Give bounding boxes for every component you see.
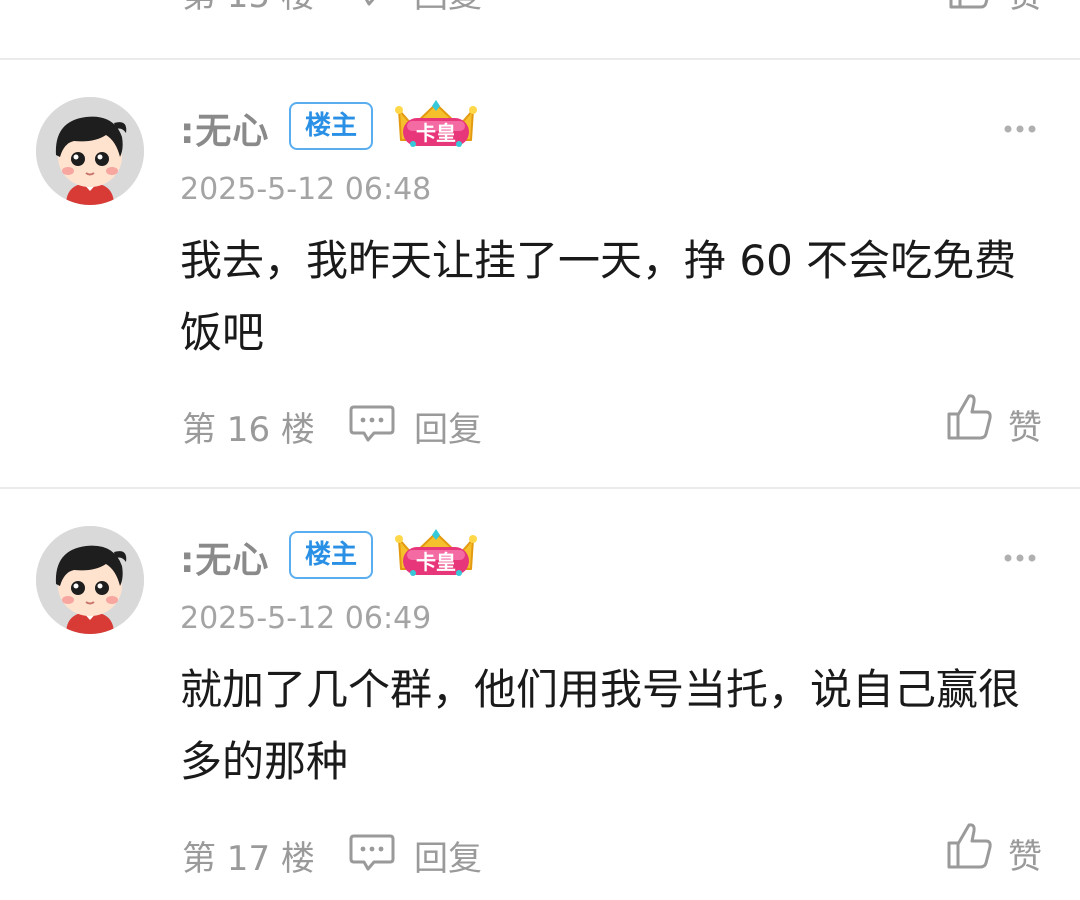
reply-label: 回复 (414, 410, 482, 450)
comment-content: 我去，我昨天让挂了一天，挣 60 不会吃免费饭吧 (180, 236, 1017, 357)
host-badge: 楼主 (289, 531, 373, 579)
comment-thread: 第 15 楼 回复 赞 (0, 0, 1080, 900)
reply-button[interactable]: 回复 (348, 400, 488, 450)
thumbs-up-icon (946, 821, 994, 875)
reply-bubble-icon[interactable] (349, 0, 397, 12)
avatar[interactable] (36, 526, 144, 634)
thumbs-up-icon[interactable] (948, 0, 994, 14)
level-badge-label: 卡皇 (416, 121, 456, 145)
timestamp: 2025-5-12 06:49 (180, 601, 432, 636)
comment-item: :无心 楼主 卡皇 2025-5-12 06:49 就加了几个群，他们用我号当托… (0, 489, 1080, 900)
avatar[interactable] (36, 97, 144, 205)
comment-item: :无心 楼主 卡皇 2025-5-12 06:48 我去，我昨天让挂了一天，挣 … (0, 60, 1080, 488)
reply-button[interactable]: 回复 (348, 829, 488, 879)
username[interactable]: :无心 (180, 531, 269, 583)
timestamp: 2025-5-12 06:48 (180, 172, 432, 207)
reply-label[interactable]: 回复 (414, 0, 482, 17)
level-badge-label: 卡皇 (416, 550, 456, 574)
floor-number: 第 16 楼 (182, 410, 315, 450)
reply-label: 回复 (414, 839, 482, 879)
like-button[interactable]: 赞 (946, 392, 1056, 448)
more-dots-icon[interactable] (1003, 549, 1037, 562)
floor-number: 第 17 楼 (182, 839, 315, 879)
reply-bubble-icon (348, 404, 396, 448)
floor-number: 第 15 楼 (182, 0, 315, 17)
like-label: 赞 (1008, 408, 1042, 448)
comment-content: 就加了几个群，他们用我号当托，说自己赢很多的那种 (180, 665, 1021, 786)
host-badge: 楼主 (289, 102, 373, 150)
username[interactable]: :无心 (180, 102, 269, 154)
crown-level-badge: 卡皇 (393, 529, 479, 583)
like-label[interactable]: 赞 (1008, 0, 1042, 17)
crown-level-badge: 卡皇 (393, 100, 479, 154)
previous-comment-footer: 第 15 楼 回复 赞 (0, 0, 1080, 18)
thumbs-up-icon (946, 392, 994, 446)
like-label: 赞 (1008, 837, 1042, 877)
reply-bubble-icon (348, 833, 396, 877)
more-dots-icon[interactable] (1003, 120, 1037, 133)
like-button[interactable]: 赞 (946, 821, 1056, 877)
